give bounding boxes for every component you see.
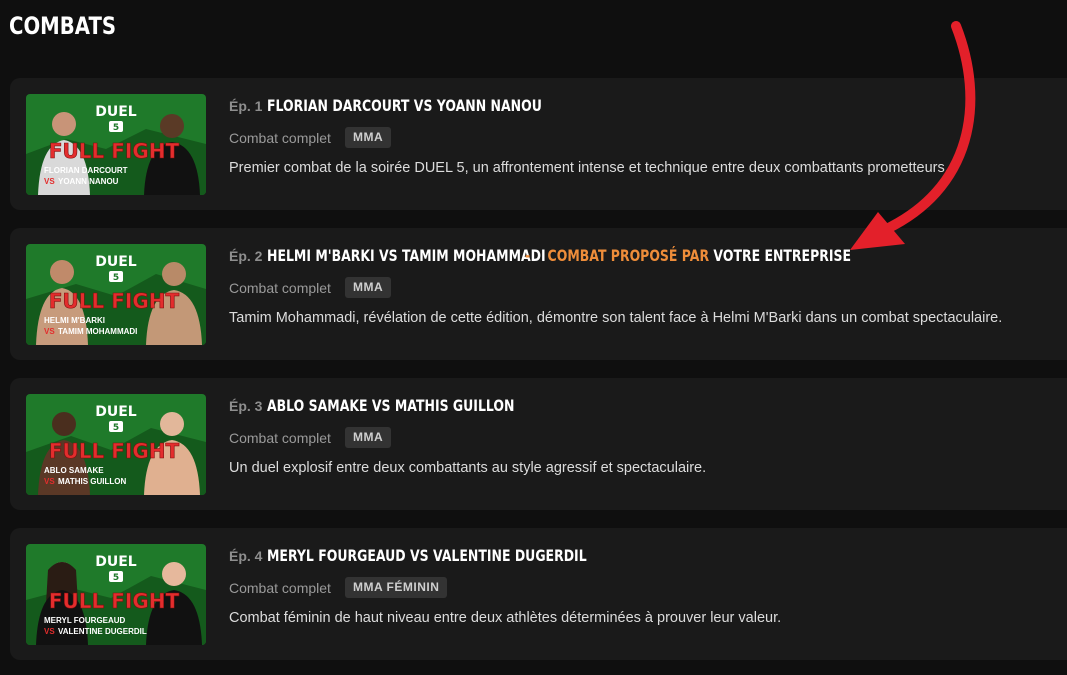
thumb-fighter2: TAMIM MOHAMMADI bbox=[58, 327, 137, 336]
episode-type: Combat complet bbox=[229, 430, 331, 446]
category-badge: MMA FÉMININ bbox=[345, 577, 448, 598]
thumb-vs: VS bbox=[44, 177, 55, 186]
episode-title[interactable]: FLORIAN DARCOURT VS YOANN NANOU bbox=[267, 96, 542, 115]
episode-number: Ép. 2 bbox=[229, 248, 263, 264]
thumb-vs: VS bbox=[44, 627, 55, 636]
thumb-brand: DUEL bbox=[95, 404, 137, 420]
episode-thumbnail[interactable]: DUEL 5 FULL FIGHT ABLO SAMAKE VS MATHIS … bbox=[26, 394, 206, 495]
thumb-vs: VS bbox=[44, 477, 55, 486]
episode-description: Un duel explosif entre deux combattants … bbox=[229, 460, 707, 476]
episode-thumbnail[interactable]: DUEL 5 FULL FIGHT MERYL FOURGEAUD VS VAL… bbox=[26, 544, 206, 645]
thumb-fighter1: HELMI M'BARKI bbox=[44, 316, 105, 325]
sponsor-prefix: COMBAT PROPOSÉ PAR bbox=[547, 246, 710, 265]
episode-type: Combat complet bbox=[229, 130, 331, 146]
section-title: COMBATS bbox=[9, 12, 117, 40]
sponsor-dash: - bbox=[525, 246, 531, 265]
episode-card-4[interactable]: DUEL 5 FULL FIGHT MERYL FOURGEAUD VS VAL… bbox=[10, 528, 1067, 660]
category-badge: MMA bbox=[345, 277, 392, 298]
thumb-banner: FULL FIGHT bbox=[49, 589, 180, 613]
thumb-brand: DUEL bbox=[95, 104, 137, 120]
thumb-banner: FULL FIGHT bbox=[49, 439, 180, 463]
thumb-banner: FULL FIGHT bbox=[49, 139, 180, 163]
episode-title[interactable]: HELMI M'BARKI VS TAMIM MOHAMMADI bbox=[267, 246, 546, 265]
episode-number: Ép. 1 bbox=[229, 98, 263, 114]
episode-title[interactable]: MERYL FOURGEAUD VS VALENTINE DUGERDIL bbox=[267, 546, 587, 565]
episode-thumbnail[interactable]: DUEL 5 FULL FIGHT HELMI M'BARKI VS TAMIM… bbox=[26, 244, 206, 345]
episode-title[interactable]: ABLO SAMAKE VS MATHIS GUILLON bbox=[267, 396, 514, 415]
episode-thumbnail[interactable]: DUEL 5 FULL FIGHT FLORIAN DARCOURT VS YO… bbox=[26, 94, 206, 195]
thumb-fighter2: MATHIS GUILLON bbox=[58, 477, 127, 486]
episode-card-1[interactable]: DUEL 5 FULL FIGHT FLORIAN DARCOURT VS YO… bbox=[10, 78, 1067, 210]
category-badge: MMA bbox=[345, 427, 392, 448]
episode-number: Ép. 4 bbox=[229, 548, 263, 564]
episode-type: Combat complet bbox=[229, 580, 331, 596]
thumb-number: 5 bbox=[113, 123, 119, 133]
episode-description: Combat féminin de haut niveau entre deux… bbox=[229, 610, 782, 626]
episode-card-2[interactable]: DUEL 5 FULL FIGHT HELMI M'BARKI VS TAMIM… bbox=[10, 228, 1067, 360]
episode-description: Tamim Mohammadi, révélation de cette édi… bbox=[229, 310, 1003, 326]
thumb-brand: DUEL bbox=[95, 554, 137, 570]
thumb-number: 5 bbox=[113, 573, 119, 583]
thumb-fighter1: MERYL FOURGEAUD bbox=[44, 616, 126, 625]
episode-type: Combat complet bbox=[229, 280, 331, 296]
thumb-brand: DUEL bbox=[95, 254, 137, 270]
sponsor-label: - COMBAT PROPOSÉ PAR VOTRE ENTREPRISE bbox=[525, 246, 851, 265]
episode-card-3[interactable]: DUEL 5 FULL FIGHT ABLO SAMAKE VS MATHIS … bbox=[10, 378, 1067, 510]
category-badge: MMA bbox=[345, 127, 392, 148]
thumb-banner: FULL FIGHT bbox=[49, 289, 180, 313]
thumb-number: 5 bbox=[113, 423, 119, 433]
episode-number: Ép. 3 bbox=[229, 398, 263, 414]
thumb-fighter2: YOANN NANOU bbox=[58, 177, 119, 186]
sponsor-name: VOTRE ENTREPRISE bbox=[713, 246, 851, 265]
thumb-fighter2: VALENTINE DUGERDIL bbox=[58, 627, 147, 636]
thumb-fighter1: FLORIAN DARCOURT bbox=[44, 166, 128, 175]
thumb-vs: VS bbox=[44, 327, 55, 336]
episode-description: Premier combat de la soirée DUEL 5, un a… bbox=[229, 160, 949, 176]
thumb-number: 5 bbox=[113, 273, 119, 283]
thumb-fighter1: ABLO SAMAKE bbox=[44, 466, 104, 475]
